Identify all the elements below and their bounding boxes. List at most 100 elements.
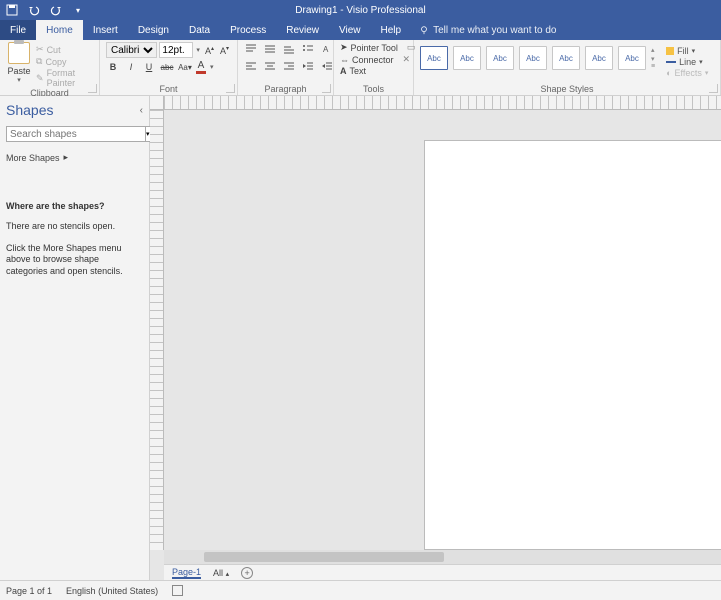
tab-design[interactable]: Design bbox=[128, 20, 179, 40]
font-name-select[interactable]: Calibri bbox=[106, 42, 157, 58]
text-tool-button[interactable]: AText bbox=[340, 66, 407, 76]
scrollbar-thumb[interactable] bbox=[204, 552, 444, 562]
macro-record-button[interactable] bbox=[172, 585, 183, 596]
cut-button[interactable]: ✂Cut bbox=[36, 44, 93, 55]
decrease-indent-button[interactable] bbox=[301, 59, 315, 73]
cut-label: Cut bbox=[47, 45, 61, 55]
search-shapes-input[interactable] bbox=[6, 126, 146, 142]
vertical-ruler[interactable] bbox=[150, 110, 164, 550]
horizontal-ruler[interactable] bbox=[164, 96, 721, 110]
change-case-button[interactable]: Aa▾ bbox=[178, 60, 192, 74]
drawing-viewport[interactable] bbox=[164, 110, 721, 550]
paragraph-dialog-launcher[interactable] bbox=[322, 84, 331, 93]
align-left-button[interactable] bbox=[244, 59, 258, 73]
tab-insert[interactable]: Insert bbox=[83, 20, 128, 40]
align-right-button[interactable] bbox=[282, 59, 296, 73]
group-clipboard: Paste ▾ ✂Cut ⧉Copy ✎Format Painter Clipb… bbox=[0, 40, 100, 95]
align-center-button[interactable] bbox=[263, 59, 277, 73]
qat-customize-icon[interactable]: ▾ bbox=[70, 2, 86, 18]
shape-style-4[interactable]: Abc bbox=[519, 46, 547, 70]
tab-help[interactable]: Help bbox=[371, 20, 412, 40]
bold-button[interactable]: B bbox=[106, 60, 120, 74]
drawing-page[interactable] bbox=[424, 140, 721, 550]
align-middle-button[interactable] bbox=[263, 42, 277, 56]
more-shapes-menu[interactable]: More Shapes▸ bbox=[6, 152, 143, 163]
strikethrough-button[interactable]: abc bbox=[160, 60, 174, 74]
save-icon[interactable] bbox=[4, 2, 20, 18]
increase-indent-button[interactable] bbox=[320, 59, 334, 73]
effects-button[interactable]: ◐Effects▾ bbox=[666, 68, 708, 78]
status-language[interactable]: English (United States) bbox=[66, 586, 158, 596]
undo-icon[interactable] bbox=[26, 2, 42, 18]
font-color-button[interactable]: A bbox=[196, 60, 206, 74]
group-shape-styles: Abc Abc Abc Abc Abc Abc Abc ▴▾≡ Fill▾ Li… bbox=[414, 40, 721, 95]
increase-font-size-button[interactable]: A▴ bbox=[203, 45, 216, 56]
shapes-pane: Shapes‹ ▾ More Shapes▸ Where are the sha… bbox=[0, 96, 150, 580]
decrease-font-size-button[interactable]: A▾ bbox=[218, 45, 231, 56]
font-color-dropdown-icon[interactable]: ▾ bbox=[210, 63, 214, 71]
tell-me-search[interactable]: Tell me what you want to do bbox=[419, 20, 556, 40]
shape-styles-dialog-launcher[interactable] bbox=[709, 84, 718, 93]
page-tab-all[interactable]: All ▴ bbox=[213, 568, 229, 578]
clipboard-dialog-launcher[interactable] bbox=[88, 84, 97, 93]
align-bottom-button[interactable] bbox=[282, 42, 296, 56]
shape-style-2[interactable]: Abc bbox=[453, 46, 481, 70]
tab-view[interactable]: View bbox=[329, 20, 371, 40]
paste-label: Paste bbox=[8, 66, 31, 76]
paste-button[interactable]: Paste ▾ bbox=[6, 42, 32, 84]
add-page-button[interactable]: + bbox=[241, 567, 253, 579]
tab-data[interactable]: Data bbox=[179, 20, 220, 40]
font-size-input[interactable] bbox=[159, 42, 193, 58]
shape-style-1[interactable]: Abc bbox=[420, 46, 448, 70]
shapes-pane-title: Shapes‹ bbox=[6, 102, 143, 118]
horizontal-scrollbar[interactable] bbox=[164, 550, 721, 564]
connector-icon: ⇔ bbox=[340, 55, 349, 65]
window-title: Drawing1 - Visio Professional bbox=[295, 5, 425, 16]
text-direction-button[interactable]: A bbox=[320, 42, 334, 56]
bullets-button[interactable] bbox=[301, 42, 315, 56]
tab-process[interactable]: Process bbox=[220, 20, 276, 40]
copy-button[interactable]: ⧉Copy bbox=[36, 56, 93, 67]
tab-home[interactable]: Home bbox=[36, 20, 83, 40]
italic-button[interactable]: I bbox=[124, 60, 138, 74]
effects-label: Effects bbox=[675, 68, 702, 78]
connector-tool-button[interactable]: ⇔Connector✕ bbox=[340, 54, 407, 65]
paste-dropdown-icon[interactable]: ▾ bbox=[17, 76, 21, 84]
tab-review[interactable]: Review bbox=[276, 20, 329, 40]
align-top-button[interactable] bbox=[244, 42, 258, 56]
ribbon: Paste ▾ ✂Cut ⧉Copy ✎Format Painter Clipb… bbox=[0, 40, 721, 96]
ribbon-tabs: File Home Insert Design Data Process Rev… bbox=[0, 20, 721, 40]
shape-style-5[interactable]: Abc bbox=[552, 46, 580, 70]
connector-label: Connector bbox=[352, 55, 394, 65]
status-page: Page 1 of 1 bbox=[6, 586, 52, 596]
style-gallery-scroll[interactable]: ▴▾≡ bbox=[651, 46, 655, 70]
text-icon: A bbox=[340, 66, 347, 76]
page-tab-1[interactable]: Page-1 bbox=[172, 567, 201, 579]
fill-icon bbox=[666, 47, 674, 55]
font-size-dropdown-icon[interactable]: ▾ bbox=[195, 46, 201, 54]
copy-icon: ⧉ bbox=[36, 56, 42, 67]
chevron-right-icon: ▸ bbox=[64, 152, 69, 163]
shape-style-6[interactable]: Abc bbox=[585, 46, 613, 70]
fill-button[interactable]: Fill▾ bbox=[666, 46, 708, 56]
line-button[interactable]: Line▾ bbox=[666, 57, 708, 67]
format-painter-button[interactable]: ✎Format Painter bbox=[36, 68, 93, 88]
clipboard-icon bbox=[8, 42, 30, 64]
group-tools-label: Tools bbox=[340, 84, 407, 95]
shapes-pane-message: Where are the shapes? There are no stenc… bbox=[6, 201, 143, 288]
shapes-pane-line2: Click the More Shapes menu above to brow… bbox=[6, 243, 143, 278]
collapse-pane-icon[interactable]: ‹ bbox=[140, 105, 143, 116]
font-dialog-launcher[interactable] bbox=[226, 84, 235, 93]
pointer-label: Pointer Tool bbox=[351, 43, 398, 53]
shape-style-3[interactable]: Abc bbox=[486, 46, 514, 70]
svg-text:A: A bbox=[323, 45, 329, 54]
group-paragraph: A Paragraph bbox=[238, 40, 334, 95]
ruler-corner bbox=[150, 96, 164, 110]
page-tab-bar: Page-1 All ▴ + bbox=[164, 564, 721, 580]
shape-style-7[interactable]: Abc bbox=[618, 46, 646, 70]
underline-button[interactable]: U bbox=[142, 60, 156, 74]
tab-file[interactable]: File bbox=[0, 20, 36, 40]
delete-tool-button[interactable]: ✕ bbox=[403, 54, 411, 65]
redo-icon[interactable] bbox=[48, 2, 64, 18]
pointer-tool-button[interactable]: ➤Pointer Tool▭ bbox=[340, 42, 407, 53]
